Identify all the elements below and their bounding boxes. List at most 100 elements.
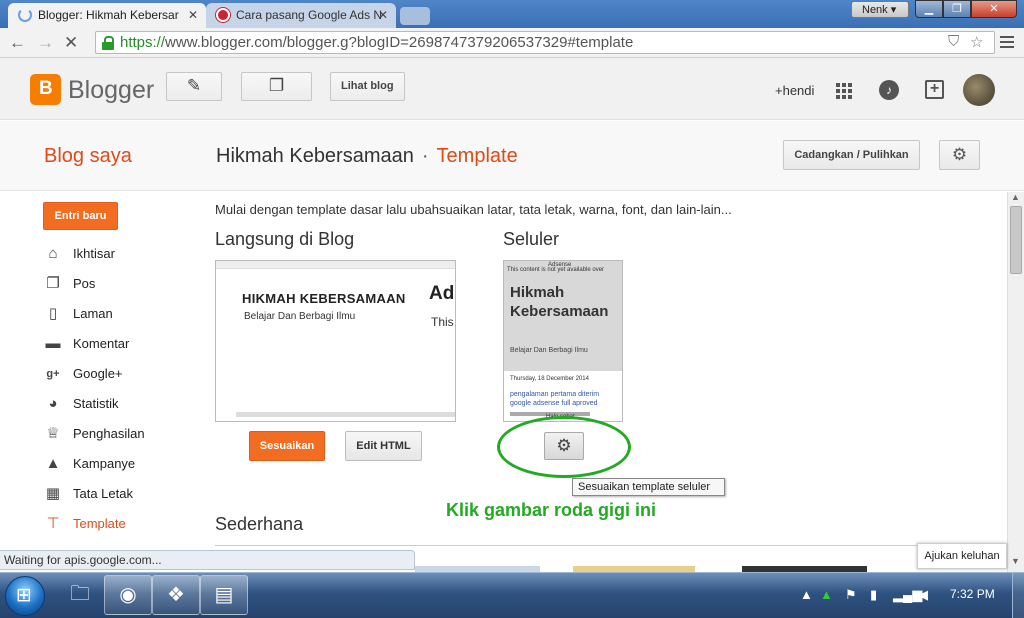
campaigns-icon: ▲ [45, 455, 61, 472]
browser-toolbar: ← → ✕ https://www.blogger.com/blogger.g?… [0, 28, 1024, 58]
annotation-text: Klik gambar roda gigi ini [446, 500, 657, 520]
tray-arrow-icon[interactable]: ▲ [800, 587, 813, 602]
sidebar-item-earnings[interactable]: ♕ Penghasilan [44, 424, 145, 446]
scroll-up-arrow-icon[interactable]: ▲ [1011, 192, 1020, 202]
mobile-settings-gear-button[interactable]: ⚙ [544, 432, 584, 460]
sidebar-item-label: Kampanye [73, 456, 136, 471]
explorer-taskbar-icon[interactable]: 🗀 [56, 575, 104, 615]
simple-heading: Sederhana [215, 514, 304, 534]
new-post-pencil-button[interactable]: ✎ [166, 72, 222, 101]
volume-muted-icon[interactable]: ◀ [918, 587, 928, 603]
scroll-thumb[interactable] [1010, 206, 1022, 274]
back-icon[interactable]: ← [9, 33, 26, 53]
mobile-blog-title: Hikmah Kebersamaan [510, 284, 609, 320]
sidebar: Entri baru ⌂ Ikhtisar ❐ Pos ▯ Laman ▬ Koment… [0, 192, 200, 572]
stats-icon: ◕ [48, 395, 58, 412]
pages-icon: ▯ [48, 305, 58, 322]
mobile-blog-desc: Belajar Dan Berbagi Ilmu [510, 347, 588, 354]
notifications-bell-icon[interactable]: ♪ [879, 80, 899, 100]
loading-icon [18, 8, 32, 22]
sidebar-item-overview[interactable]: ⌂ Ikhtisar [44, 244, 114, 266]
backup-restore-button[interactable]: Cadangkan / Pulihkan [783, 140, 920, 170]
page-scrollbar[interactable]: ▲ ▼ [1007, 192, 1024, 572]
tab-title: Cara pasang Google Ads N [236, 8, 383, 22]
preview-ad-text: This [431, 315, 454, 329]
customize-button[interactable]: Sesuaikan [249, 431, 325, 461]
shield-icon[interactable]: ⛉ [948, 33, 959, 50]
sidebar-item-comments[interactable]: ▬ Komentar [44, 334, 130, 356]
avatar[interactable] [963, 74, 995, 106]
posts-list-button[interactable]: ❐ [241, 72, 312, 101]
live-template-preview[interactable]: HIKMAH KEBERSAMAAN Belajar Dan Berbagi I… [215, 260, 456, 422]
sidebar-item-label: Pos [73, 276, 96, 291]
address-bar[interactable]: https://www.blogger.com/blogger.g?blogID… [95, 31, 995, 54]
taskbar-clock[interactable]: 7:32 PM [950, 587, 995, 601]
sidebar-item-pages[interactable]: ▯ Laman [44, 304, 113, 326]
stop-icon[interactable]: ✕ [64, 33, 78, 53]
page-title: Hikmah Kebersamaan · Template [216, 145, 518, 168]
tray-app-icon[interactable]: ▲ [820, 587, 833, 602]
start-button[interactable] [5, 576, 45, 616]
edit-html-button[interactable]: Edit HTML [345, 431, 422, 461]
forward-icon[interactable]: → [37, 33, 54, 53]
windows-taskbar: 🗀 ◉ ❖ ▤ ▲ ▲ ⚑ ▮ ▂▄▆ ◀ 7:32 PM [0, 572, 1024, 618]
blogger-logo-icon[interactable] [30, 74, 61, 105]
close-tab-icon[interactable]: ✕ [188, 8, 198, 22]
layout-icon: ▦ [45, 485, 61, 502]
lock-icon [102, 36, 114, 50]
template-icon: ⊤ [46, 515, 60, 532]
blog-name: Hikmah Kebersamaan [216, 145, 414, 167]
mobile-template-preview[interactable]: Adsense This content is not yet availabl… [503, 260, 623, 422]
maximize-button[interactable]: ❐ [943, 0, 971, 18]
settings-gear-button[interactable]: ⚙ [939, 140, 980, 170]
share-plus-icon[interactable]: + [925, 80, 944, 99]
feedback-button[interactable]: Ajukan keluhan [917, 543, 1007, 569]
sidebar-item-campaigns[interactable]: ▲ Kampanye [44, 454, 136, 476]
user-name-link[interactable]: +hendi [775, 83, 814, 98]
live-blog-heading: Langsung di Blog [215, 229, 355, 249]
sidebar-item-template[interactable]: ⊤ Template [44, 514, 126, 536]
sidebar-item-label: Tata Letak [73, 486, 133, 501]
blogger-brand[interactable]: Blogger [68, 76, 154, 105]
sidebar-item-stats[interactable]: ◕ Statistik [44, 394, 118, 416]
profile-name: Nenk [862, 4, 888, 16]
battery-icon[interactable]: ▮ [870, 587, 877, 603]
bookmark-star-icon[interactable]: ☆ [970, 33, 983, 51]
sidebar-item-label: Komentar [73, 336, 130, 351]
scroll-down-arrow-icon[interactable]: ▼ [1011, 556, 1020, 566]
browser-status-bubble: Waiting for apis.google.com... [0, 550, 415, 570]
browser-menu-icon[interactable] [1000, 36, 1014, 51]
mobile-gear-tooltip: Sesuaikan template seluler [572, 478, 725, 496]
mobile-post-title-line1: pengalaman pertama diterim [510, 391, 600, 398]
network-app-taskbar-icon[interactable]: ❖ [152, 575, 200, 615]
sidebar-item-label: Google+ [73, 366, 123, 381]
apps-grid-icon[interactable] [836, 83, 852, 99]
title-separator: · [421, 145, 429, 167]
sidebar-item-layout[interactable]: ▦ Tata Letak [44, 484, 133, 506]
show-desktop-button[interactable] [1012, 573, 1024, 618]
notepad-taskbar-icon[interactable]: ▤ [200, 575, 248, 615]
gear-icon: ⚙ [556, 436, 572, 455]
sidebar-item-google-plus[interactable]: g+ Google+ [44, 364, 123, 386]
new-post-button[interactable]: Entri baru [43, 202, 118, 230]
sidebar-item-label: Penghasilan [73, 426, 145, 441]
new-tab-button[interactable] [400, 7, 430, 25]
minimize-button[interactable]: ▁ [915, 0, 943, 18]
preview-scrollbar [236, 412, 455, 417]
url-text: www.blogger.com/blogger.g?blogID=2698747… [165, 34, 634, 51]
tab-blogger[interactable]: Blogger: Hikmah Kebersar ✕ [8, 3, 206, 28]
posts-icon: ❐ [46, 275, 60, 292]
pencil-icon: ✎ [186, 76, 202, 95]
mobile-post-title-line2: google adsense full aproved [510, 400, 598, 407]
view-blog-button[interactable]: Lihat blog [330, 72, 405, 101]
profile-button[interactable]: Nenk ▾ [851, 1, 909, 18]
tray-flag-icon[interactable]: ⚑ [845, 587, 857, 603]
my-blogs-link[interactable]: Blog saya [44, 145, 132, 168]
tab-google-ads[interactable]: Cara pasang Google Ads N ✕ [206, 3, 396, 28]
close-window-button[interactable]: ✕ [971, 0, 1017, 18]
close-tab-icon[interactable]: ✕ [378, 8, 388, 22]
sidebar-item-posts[interactable]: ❐ Pos [44, 274, 95, 296]
preview-ad-heading: Ad [429, 283, 455, 304]
chrome-taskbar-icon[interactable]: ◉ [104, 575, 152, 615]
sidebar-item-label: Template [73, 516, 126, 531]
